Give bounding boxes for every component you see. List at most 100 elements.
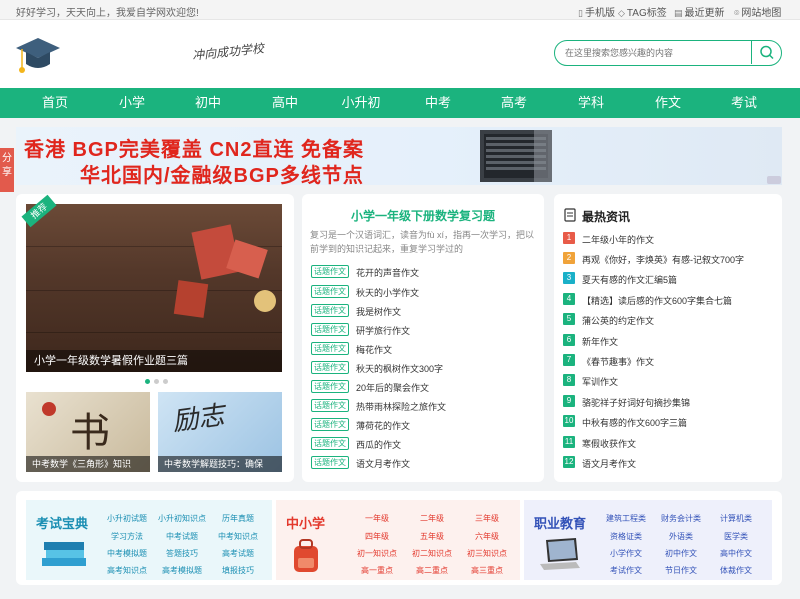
nav-exams[interactable]: 考试 [731,88,757,118]
career-link[interactable]: 高中作文 [720,548,752,559]
recent-updates-link[interactable]: ▤ 最近更新 [674,4,725,19]
career-link[interactable]: 节日作文 [665,565,697,576]
topic-item[interactable]: 薄荷花的作文 [356,419,410,432]
exam-link[interactable]: 中考模拟题 [107,548,147,559]
hot-news-item[interactable]: 寒假收获作文 [582,437,636,450]
exam-link[interactable]: 高考模拟题 [162,565,202,576]
hot-news-item[interactable]: 《春节趣事》作文 [582,355,654,368]
career-title[interactable]: 职业教育 [534,513,586,532]
topic-tag[interactable]: 话题作文 [311,437,349,450]
slide-dot-1[interactable] [145,379,150,384]
career-link[interactable]: 医学类 [724,531,748,542]
career-link[interactable]: 资格证类 [610,531,642,542]
search-button[interactable] [751,41,781,64]
nav-senior-high[interactable]: 高中 [272,88,298,118]
ad-close-button[interactable] [767,176,781,184]
sitemap-link[interactable]: ⌾ 网站地图 [734,4,781,19]
thumb-card-2[interactable]: 励志 中考数学解题技巧：确保 [158,392,282,472]
career-link[interactable]: 考试作文 [610,565,642,576]
topic-tag[interactable]: 话题作文 [311,418,349,431]
thumb-card-1[interactable]: 书 中考数学《三角形》知识 [26,392,150,472]
topic-tag[interactable]: 话题作文 [311,361,349,374]
exam-link[interactable]: 高考试题 [222,548,254,559]
slide-dot-2[interactable] [154,379,159,384]
topic-item[interactable]: 花开的声音作文 [356,266,419,279]
hot-news-item[interactable]: 二年级小年的作文 [582,233,654,246]
nav-primary[interactable]: 小学 [119,88,145,118]
hot-news-item[interactable]: 军训作文 [582,375,618,388]
school-link[interactable]: 高一重点 [361,565,393,576]
nav-home[interactable]: 首页 [42,88,68,118]
slide-dot-3[interactable] [163,379,168,384]
exam-link[interactable]: 小升初试题 [107,513,147,524]
share-tab[interactable]: 分享 [0,148,14,192]
school-link[interactable]: 一年级 [365,513,389,524]
topic-item[interactable]: 语文月考作文 [356,457,410,470]
topic-item[interactable]: 秋天的枫树作文300字 [356,362,443,375]
hot-news-item[interactable]: 【精选】读后感的作文600字集合七篇 [582,294,732,307]
exam-title[interactable]: 考试宝典 [36,513,88,532]
topic-tag[interactable]: 话题作文 [311,456,349,469]
topic-title[interactable]: 小学一年级下册数学复习题 [302,207,544,224]
nav-composition[interactable]: 作文 [655,88,681,118]
career-link[interactable]: 财务会计类 [661,513,701,524]
career-link[interactable]: 小学作文 [610,548,642,559]
hot-news-item[interactable]: 中秋有感的作文600字三篇 [582,416,687,429]
exam-link[interactable]: 历年真题 [222,513,254,524]
topic-tag[interactable]: 话题作文 [311,323,349,336]
school-link[interactable]: 三年级 [475,513,499,524]
exam-link[interactable]: 中考试题 [166,531,198,542]
topic-item[interactable]: 西瓜的作文 [356,438,401,451]
topic-item[interactable]: 秋天的小学作文 [356,286,419,299]
hot-news-item[interactable]: 蒲公英的约定作文 [582,314,654,327]
school-link[interactable]: 二年级 [420,513,444,524]
school-link[interactable]: 初二知识点 [412,548,452,559]
nav-subjects[interactable]: 学科 [578,88,604,118]
mobile-version-link[interactable]: ▯ 手机版 [578,4,615,19]
featured-caption[interactable]: 小学一年级数学暑假作业题三篇 [26,350,282,372]
school-link[interactable]: 五年级 [420,531,444,542]
graduation-cap-icon[interactable] [16,34,60,78]
topic-tag[interactable]: 话题作文 [311,380,349,393]
featured-slide-image[interactable] [26,204,282,372]
exam-link[interactable]: 学习方法 [111,531,143,542]
exam-link[interactable]: 中考知识点 [218,531,258,542]
hot-news-item[interactable]: 骆驼祥子好词好句摘抄集锦 [582,396,690,409]
hot-news-item[interactable]: 语文月考作文 [582,457,636,470]
school-link[interactable]: 初三知识点 [467,548,507,559]
school-link[interactable]: 六年级 [475,531,499,542]
career-link[interactable]: 体裁作文 [720,565,752,576]
nav-junior-high[interactable]: 初中 [195,88,221,118]
topic-item[interactable]: 20年后的聚会作文 [356,381,429,394]
nav-gaokao[interactable]: 高考 [501,88,527,118]
topic-tag[interactable]: 话题作文 [311,265,349,278]
topic-item[interactable]: 研学旅行作文 [356,324,410,337]
exam-link[interactable]: 答题技巧 [166,548,198,559]
school-link[interactable]: 四年级 [365,531,389,542]
topic-tag[interactable]: 话题作文 [311,342,349,355]
career-link[interactable]: 建筑工程类 [606,513,646,524]
exam-link[interactable]: 填报技巧 [222,565,254,576]
tag-link[interactable]: ◇ TAG标签 [618,4,667,19]
topic-item[interactable]: 我是树作文 [356,305,401,318]
hot-news-item[interactable]: 新年作文 [582,335,618,348]
school-link[interactable]: 高二重点 [416,565,448,576]
topic-item[interactable]: 热带雨林探险之旅作文 [356,400,446,413]
career-link[interactable]: 初中作文 [665,548,697,559]
nav-zhongkao[interactable]: 中考 [425,88,451,118]
exam-link[interactable]: 小升初知识点 [158,513,206,524]
exam-link[interactable]: 高考知识点 [107,565,147,576]
school-title[interactable]: 中小学 [286,513,325,532]
search-input[interactable] [565,45,745,61]
school-link[interactable]: 初一知识点 [357,548,397,559]
topic-tag[interactable]: 话题作文 [311,285,349,298]
career-link[interactable]: 计算机类 [720,513,752,524]
school-link[interactable]: 高三重点 [471,565,503,576]
hot-news-item[interactable]: 再观《你好，李焕英》有感-记叙文700字 [582,253,744,266]
topic-tag[interactable]: 话题作文 [311,399,349,412]
career-link[interactable]: 外语类 [669,531,693,542]
topic-item[interactable]: 梅花作文 [356,343,392,356]
nav-entrance[interactable]: 小升初 [341,88,380,118]
hot-news-item[interactable]: 夏天有感的作文汇编5篇 [582,273,677,286]
topic-tag[interactable]: 话题作文 [311,304,349,317]
